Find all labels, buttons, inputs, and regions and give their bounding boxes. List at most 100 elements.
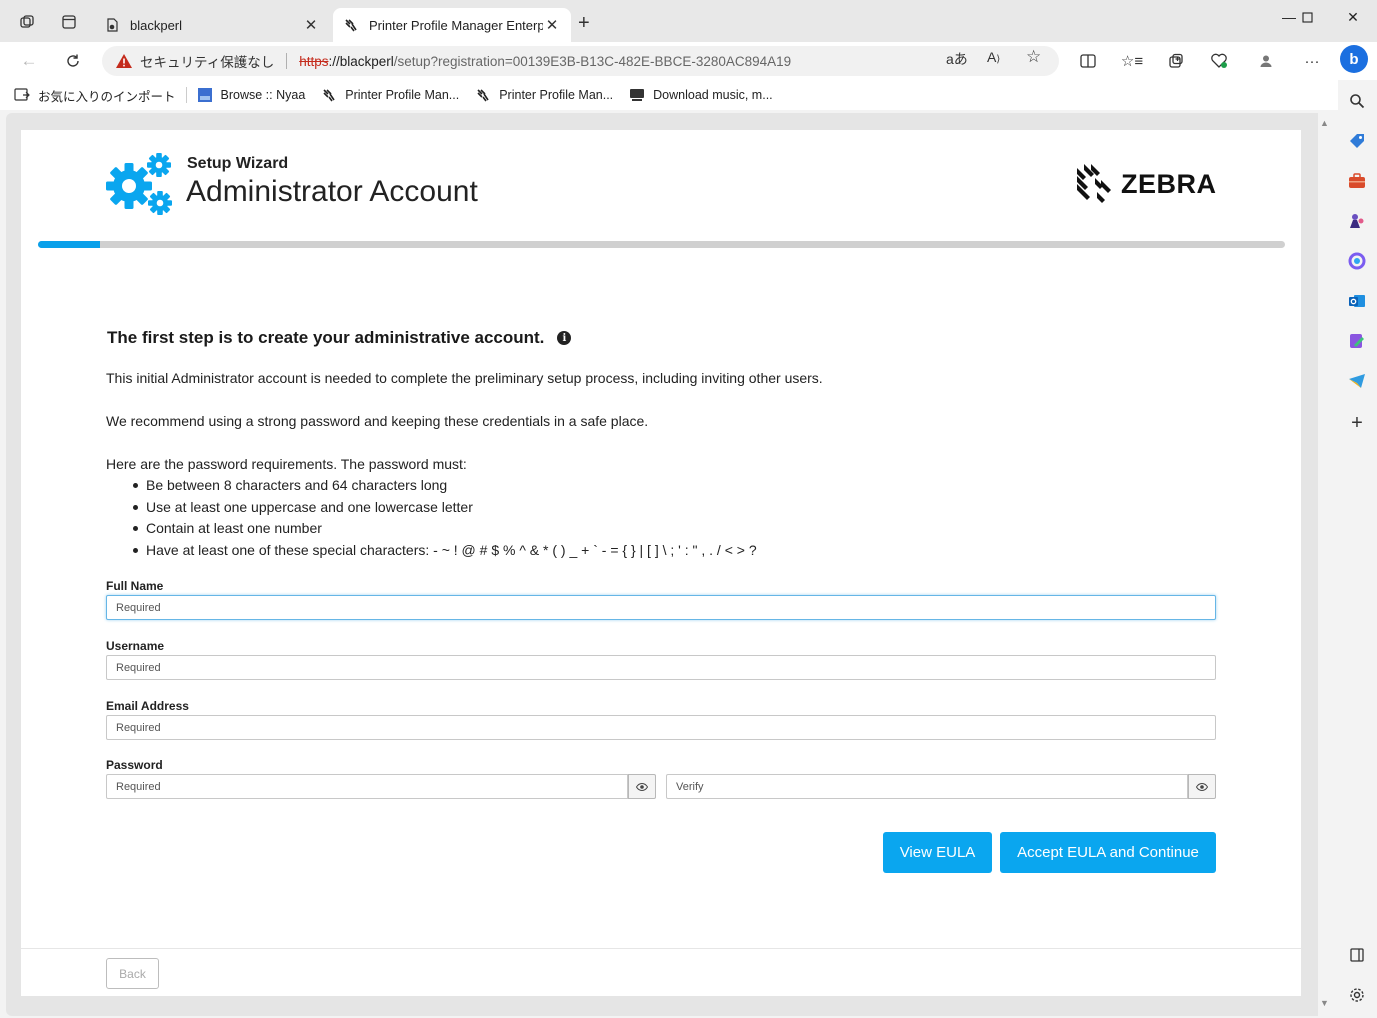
full-name-label: Full Name — [106, 579, 164, 593]
games-icon[interactable] — [1346, 210, 1368, 232]
gears-icon — [106, 153, 172, 215]
import-icon — [14, 87, 30, 103]
favorite-label: お気に入りのインポート — [38, 89, 176, 104]
favorite-printer-profile-1[interactable]: Printer Profile Man... — [321, 87, 459, 103]
scroll-down-icon[interactable]: ▼ — [1320, 998, 1329, 1008]
setup-wizard-page: Setup Wizard Administrator Account ZEBRA… — [21, 130, 1301, 996]
telegram-icon[interactable] — [1346, 370, 1368, 392]
requirements-intro: Here are the password requirements. The … — [106, 456, 467, 472]
page-icon — [104, 17, 120, 33]
url-host: ://blackperl — [328, 53, 394, 69]
search-icon[interactable] — [1346, 90, 1368, 112]
progress-fill — [38, 241, 101, 248]
wizard-progress-bar — [38, 241, 1285, 248]
password-label: Password — [106, 758, 163, 772]
address-bar[interactable]: セキュリティ保護なし https://blackperl/setup?regis… — [102, 46, 1059, 76]
footer-divider — [21, 948, 1301, 949]
scrollbar[interactable]: ▲ ▼ — [1318, 113, 1332, 1016]
page-title: Administrator Account — [186, 175, 478, 208]
username-input[interactable] — [106, 655, 1216, 680]
navigation-bar: ← セキュリティ保護なし https://blackperl/setup?reg… — [0, 42, 1377, 80]
back-button[interactable]: Back — [106, 958, 159, 989]
favorite-printer-profile-2[interactable]: Printer Profile Man... — [475, 87, 613, 103]
info-icon[interactable]: i — [557, 331, 572, 345]
favorites-bar: お気に入りのインポート Browse :: Nyaa Printer Profi… — [0, 80, 1338, 110]
favorite-nyaa[interactable]: Browse :: Nyaa — [197, 87, 306, 103]
accept-eula-continue-button[interactable]: Accept EULA and Continue — [1000, 832, 1216, 873]
close-tab-icon[interactable]: ✕ — [302, 16, 320, 34]
security-label[interactable]: セキュリティ保護なし — [140, 51, 274, 71]
url-path: /setup?registration=00139E3B-B13C-482E-B… — [393, 53, 792, 69]
email-label: Email Address — [106, 699, 189, 713]
tab-actions-icon[interactable] — [57, 10, 81, 34]
tab-printer-profile-manager[interactable]: Printer Profile Manager Enterpris ✕ — [333, 8, 571, 42]
close-tab-icon[interactable]: ✕ — [543, 16, 561, 34]
nyaa-icon — [197, 87, 213, 103]
favorite-download-music[interactable]: Download music, m... — [629, 87, 773, 103]
favorite-import[interactable]: お気に入りのインポート — [14, 86, 176, 105]
new-tab-icon[interactable]: + — [578, 12, 590, 35]
favorite-label: Printer Profile Man... — [499, 88, 614, 102]
full-name-input[interactable] — [106, 595, 1216, 620]
refresh-icon[interactable] — [61, 50, 85, 72]
translate-icon[interactable]: aあ — [946, 49, 968, 69]
username-label: Username — [106, 639, 165, 653]
password-input[interactable] — [106, 774, 628, 799]
download-icon — [629, 87, 645, 103]
add-icon[interactable]: + — [1346, 412, 1368, 434]
show-verify-eye-icon[interactable] — [1188, 774, 1216, 799]
favorite-star-icon[interactable]: ☆ — [1026, 47, 1041, 67]
verify-password-input[interactable] — [666, 774, 1188, 799]
settings-gear-icon[interactable] — [1346, 984, 1368, 1006]
tab-blackperl[interactable]: blackperl ✕ — [94, 8, 330, 42]
tab-title: Printer Profile Manager Enterpris — [369, 17, 543, 33]
intro-text: This initial Administrator account is ne… — [106, 370, 823, 386]
list-item: Have at least one of these special chara… — [133, 541, 757, 563]
hide-sidebar-icon[interactable] — [1346, 944, 1368, 966]
bing-chat-icon[interactable]: b — [1340, 45, 1368, 73]
section-heading: The first step is to create your adminis… — [107, 328, 572, 348]
workspaces-icon[interactable] — [15, 10, 39, 34]
sidebar: + — [1338, 80, 1377, 1018]
maximize-icon[interactable] — [1284, 6, 1330, 28]
microsoft-365-icon[interactable] — [1346, 250, 1368, 272]
profile-icon[interactable] — [1255, 51, 1277, 71]
back-arrow-icon[interactable]: ← — [17, 50, 41, 72]
read-aloud-icon[interactable]: A⟩ — [987, 49, 1000, 65]
favorites-icon[interactable]: ☆≡ — [1121, 51, 1143, 71]
show-password-eye-icon[interactable] — [628, 774, 656, 799]
favorite-label: Download music, m... — [653, 88, 773, 102]
view-eula-button[interactable]: View EULA — [883, 832, 992, 873]
shopping-tag-icon[interactable] — [1346, 130, 1368, 152]
wizard-subtitle: Setup Wizard — [187, 155, 289, 172]
favorite-label: Browse :: Nyaa — [220, 88, 306, 102]
zebra-logo: ZEBRA — [1075, 162, 1217, 206]
split-screen-icon[interactable] — [1077, 51, 1099, 71]
list-item: Contain at least one number — [133, 519, 757, 541]
recommendation-text: We recommend using a strong password and… — [106, 413, 649, 429]
favorite-label: Printer Profile Man... — [345, 88, 460, 102]
browser-essentials-icon[interactable] — [1208, 51, 1230, 71]
zebra-icon — [343, 17, 359, 33]
tab-title: blackperl — [130, 17, 183, 33]
warning-icon — [116, 53, 134, 69]
zebra-icon — [321, 87, 337, 103]
list-item: Be between 8 characters and 64 character… — [133, 476, 757, 498]
password-requirements-list: Be between 8 characters and 64 character… — [133, 476, 757, 563]
more-options-icon[interactable]: ··· — [1301, 51, 1323, 71]
divider — [185, 87, 187, 103]
brand-name: ZEBRA — [1121, 168, 1217, 199]
designer-icon[interactable] — [1346, 330, 1368, 352]
zebra-head-icon — [1077, 164, 1111, 203]
tab-strip: blackperl ✕ Printer Profile Manager Ente… — [0, 0, 1377, 42]
outlook-icon[interactable] — [1346, 290, 1368, 312]
close-window-icon[interactable]: ✕ — [1330, 6, 1376, 28]
collections-icon[interactable] — [1165, 51, 1187, 71]
zebra-icon — [475, 87, 491, 103]
url-protocol: https — [299, 53, 329, 69]
scroll-up-icon[interactable]: ▲ — [1320, 118, 1329, 128]
list-item: Use at least one uppercase and one lower… — [133, 498, 757, 520]
email-input[interactable] — [106, 715, 1216, 740]
tools-icon[interactable] — [1346, 170, 1368, 192]
heading-text: The first step is to create your adminis… — [107, 328, 545, 347]
